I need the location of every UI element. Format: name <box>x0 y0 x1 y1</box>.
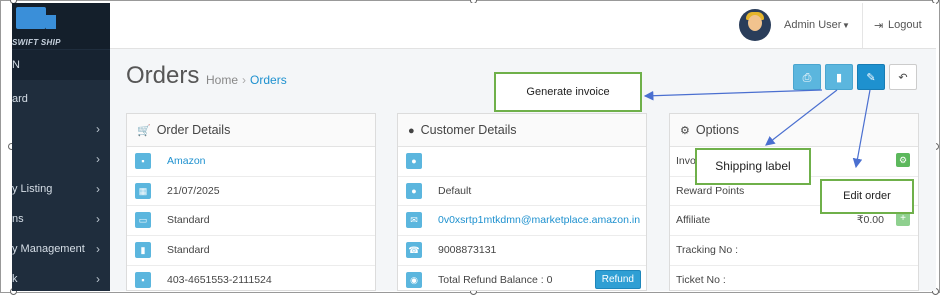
callout-generate-invoice: Generate invoice <box>494 72 642 112</box>
arrow-edit-order <box>852 89 871 169</box>
arrow-shipping-label <box>765 89 838 146</box>
callout-edit-order: Edit order <box>820 179 914 214</box>
arrow-generate-invoice <box>643 89 823 101</box>
callout-shipping-label: Shipping label <box>695 148 811 185</box>
annotation-arrows <box>643 89 871 169</box>
